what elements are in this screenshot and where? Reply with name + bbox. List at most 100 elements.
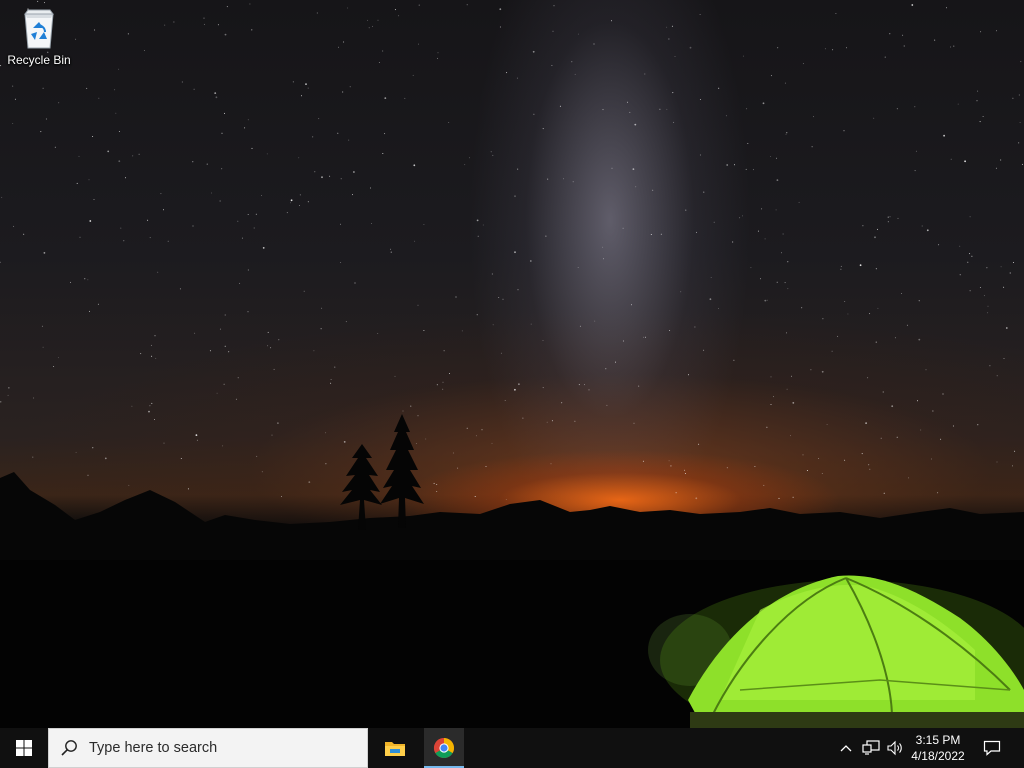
star	[86, 87, 88, 89]
star	[680, 291, 682, 293]
star	[154, 419, 155, 420]
clock-time: 3:15 PM	[915, 733, 961, 747]
star	[516, 77, 518, 79]
star	[247, 269, 249, 271]
star	[969, 216, 971, 218]
star	[979, 287, 981, 288]
star	[545, 235, 547, 237]
star	[635, 186, 637, 188]
star	[477, 235, 479, 237]
star	[642, 460, 644, 462]
star	[995, 167, 997, 169]
star	[54, 146, 56, 148]
star	[887, 221, 889, 223]
star	[629, 111, 631, 113]
star	[404, 97, 406, 99]
star	[1021, 163, 1023, 165]
star	[946, 7, 947, 9]
star	[699, 154, 701, 156]
star	[1012, 97, 1014, 99]
star	[418, 4, 420, 6]
star	[703, 349, 705, 351]
taskbar-app-chrome[interactable]	[424, 728, 464, 768]
star	[330, 382, 332, 384]
star	[844, 459, 846, 461]
start-button[interactable]	[0, 728, 48, 768]
star	[219, 200, 221, 202]
star	[368, 27, 370, 29]
star	[660, 233, 662, 235]
star	[684, 473, 686, 474]
star	[443, 350, 445, 352]
star	[0, 65, 2, 67]
star	[889, 33, 891, 35]
star	[806, 470, 808, 471]
star	[631, 304, 632, 306]
star	[79, 236, 81, 238]
star	[787, 261, 789, 263]
star	[224, 345, 226, 347]
star	[261, 195, 262, 196]
star	[1012, 465, 1013, 467]
star	[313, 350, 315, 352]
star	[372, 25, 373, 27]
star	[114, 89, 116, 91]
star	[773, 396, 774, 398]
star	[271, 434, 273, 436]
star	[792, 402, 795, 404]
star	[757, 230, 759, 232]
star	[221, 132, 223, 134]
star	[762, 102, 765, 105]
star	[666, 26, 668, 28]
search-box[interactable]: Type here to search	[48, 728, 368, 768]
star	[203, 17, 205, 19]
star	[384, 133, 386, 135]
star	[349, 86, 351, 88]
recycle-bin[interactable]: Recycle Bin	[4, 6, 74, 76]
star	[802, 63, 804, 65]
star	[206, 163, 208, 165]
star	[343, 441, 346, 443]
star	[414, 240, 416, 242]
show-hidden-icons-button[interactable]	[838, 728, 854, 768]
star	[118, 160, 121, 163]
star	[367, 19, 369, 21]
star	[211, 192, 212, 194]
star	[224, 33, 227, 36]
star	[270, 347, 272, 349]
star	[433, 482, 435, 484]
star	[157, 271, 159, 273]
star	[476, 219, 479, 222]
action-center-button[interactable]	[978, 728, 1006, 768]
star	[542, 387, 544, 389]
volume-button[interactable]	[884, 728, 906, 768]
star	[8, 387, 10, 389]
star	[320, 328, 322, 330]
star	[278, 339, 280, 341]
star	[41, 325, 43, 327]
star	[348, 139, 350, 141]
star	[485, 466, 487, 467]
clock[interactable]: 3:15 PM 4/18/2022	[906, 728, 970, 768]
star	[551, 420, 553, 422]
star	[337, 132, 339, 134]
taskbar-app-file-explorer[interactable]	[375, 728, 415, 768]
star	[746, 108, 748, 110]
star	[196, 439, 198, 441]
star	[224, 112, 225, 114]
star	[579, 325, 581, 327]
star	[267, 345, 269, 347]
star	[244, 127, 246, 129]
star	[602, 109, 604, 111]
search-icon	[49, 728, 89, 768]
network-button[interactable]	[860, 728, 882, 768]
star	[733, 359, 735, 361]
star	[967, 261, 969, 263]
star	[149, 405, 151, 407]
star	[996, 375, 998, 377]
star	[685, 209, 687, 211]
star	[1003, 286, 1005, 288]
star	[551, 65, 553, 66]
star	[154, 335, 156, 337]
star	[672, 92, 674, 94]
